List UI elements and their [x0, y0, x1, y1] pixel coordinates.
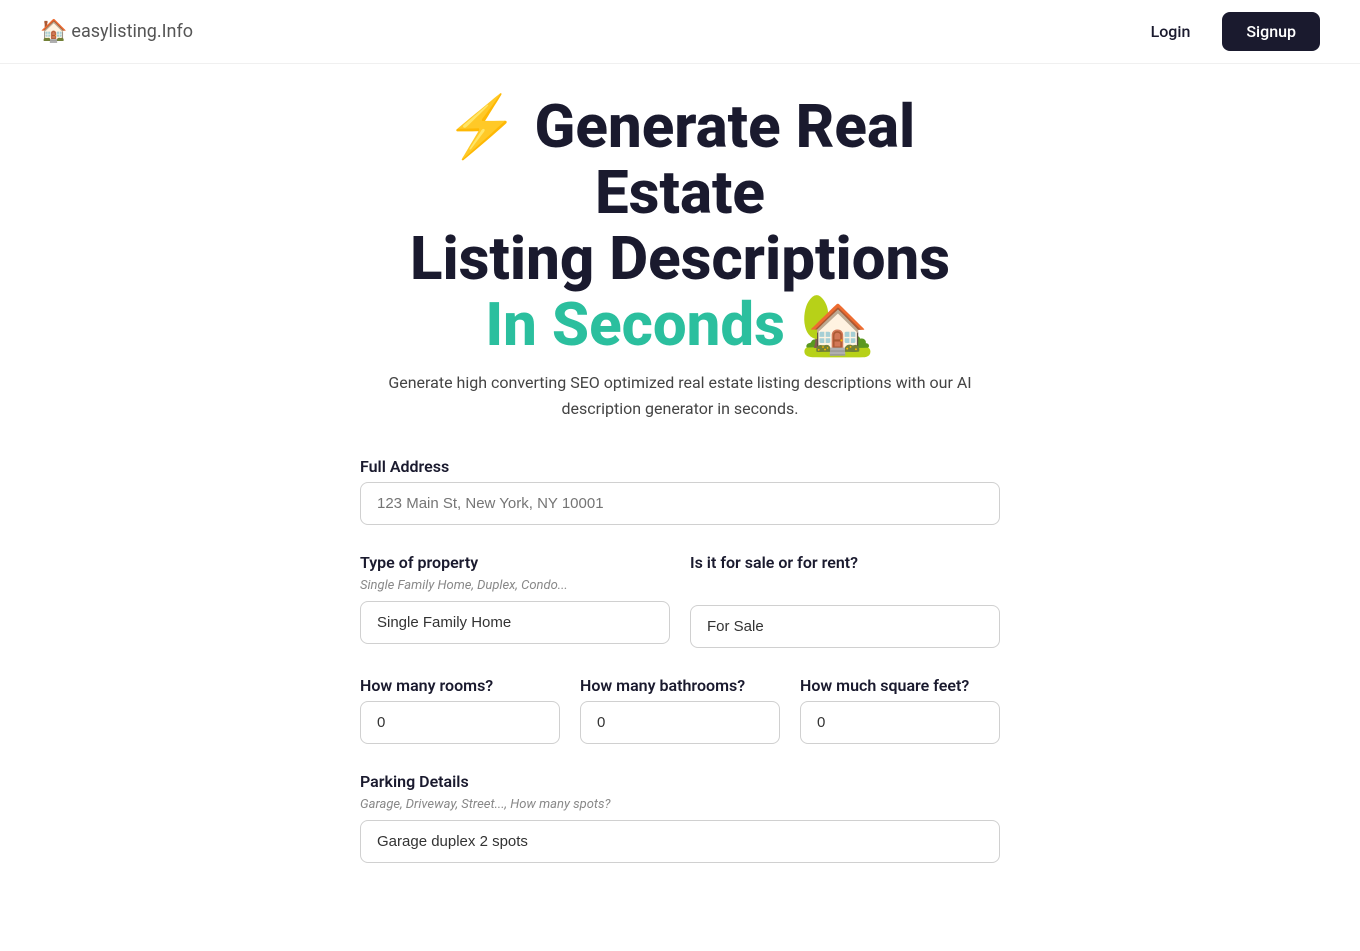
- logo[interactable]: 🏠 easylisting.Info: [40, 19, 193, 44]
- parking-sublabel: Garage, Driveway, Street..., How many sp…: [360, 797, 1000, 812]
- rooms-input[interactable]: [360, 701, 560, 744]
- hero-subtitle: Generate high converting SEO optimized r…: [370, 370, 990, 421]
- bathrooms-section: How many bathrooms?: [580, 676, 780, 744]
- login-button[interactable]: Login: [1135, 14, 1207, 49]
- property-type-label: Type of property: [360, 553, 670, 572]
- sqft-col: How much square feet?: [800, 676, 1000, 772]
- parking-input[interactable]: [360, 820, 1000, 863]
- property-type-col: Type of property Single Family Home, Dup…: [360, 553, 670, 672]
- parking-label: Parking Details: [360, 772, 1000, 791]
- rooms-col: How many rooms?: [360, 676, 560, 772]
- parking-section: Parking Details Garage, Driveway, Street…: [360, 772, 1000, 863]
- hero-title-line1: ⚡ Generate Real Estate: [360, 94, 1000, 226]
- hero-title-line2: Listing Descriptions: [360, 226, 1000, 292]
- rooms-section: How many rooms?: [360, 676, 560, 744]
- hero-title-line3: In Seconds 🏡: [360, 292, 1000, 358]
- hero-section: ⚡ Generate Real Estate Listing Descripti…: [360, 94, 1000, 421]
- property-type-sublabel: Single Family Home, Duplex, Condo...: [360, 578, 670, 593]
- signup-button[interactable]: Signup: [1222, 12, 1320, 51]
- rooms-label: How many rooms?: [360, 676, 560, 695]
- sale-rent-label: Is it for sale or for rent?: [690, 553, 1000, 572]
- logo-icon: 🏠: [40, 19, 67, 44]
- hero-title: ⚡ Generate Real Estate Listing Descripti…: [360, 94, 1000, 358]
- bathrooms-col: How many bathrooms?: [580, 676, 780, 772]
- property-type-input[interactable]: [360, 601, 670, 644]
- bathrooms-input[interactable]: [580, 701, 780, 744]
- lightning-emoji: ⚡: [445, 91, 520, 162]
- sqft-input[interactable]: [800, 701, 1000, 744]
- sale-rent-col: Is it for sale or for rent?: [690, 553, 1000, 676]
- sale-rent-input[interactable]: [690, 605, 1000, 648]
- property-type-section: Type of property Single Family Home, Dup…: [360, 553, 670, 644]
- bathrooms-label: How many bathrooms?: [580, 676, 780, 695]
- property-row: Type of property Single Family Home, Dup…: [360, 553, 1000, 676]
- full-address-input[interactable]: [360, 482, 1000, 525]
- nav: Login Signup: [1135, 12, 1320, 51]
- full-address-section: Full Address: [360, 457, 1000, 525]
- sqft-label: How much square feet?: [800, 676, 1000, 695]
- sqft-section: How much square feet?: [800, 676, 1000, 744]
- house-emoji: 🏡: [800, 289, 875, 360]
- logo-brand: easylisting.Info: [71, 21, 193, 42]
- full-address-label: Full Address: [360, 457, 1000, 476]
- details-row: How many rooms? How many bathrooms? How …: [360, 676, 1000, 772]
- sale-rent-section: Is it for sale or for rent?: [690, 553, 1000, 648]
